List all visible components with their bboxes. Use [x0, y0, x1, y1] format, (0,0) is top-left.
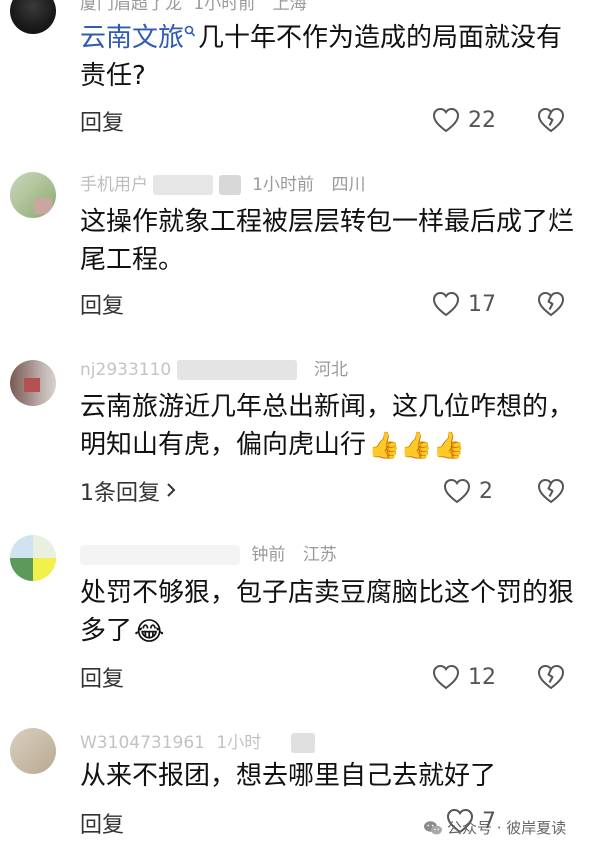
comment-location: 河北 — [314, 360, 349, 380]
reply-label: 回复 — [80, 813, 125, 838]
comment-location: 四川 — [331, 175, 366, 195]
dislike-button[interactable] — [537, 476, 565, 506]
dislike-button[interactable] — [537, 289, 565, 319]
like-count: 12 — [468, 664, 496, 690]
avatar[interactable] — [10, 728, 56, 774]
avatar[interactable] — [10, 535, 56, 581]
broken-heart-icon — [537, 664, 565, 690]
like-count: 17 — [468, 291, 496, 317]
like-button[interactable]: 17 — [432, 289, 496, 319]
broken-heart-icon — [537, 107, 565, 133]
username[interactable]: W3104731961 — [80, 733, 205, 753]
dislike-button[interactable] — [537, 662, 565, 692]
like-button[interactable]: 12 — [432, 662, 496, 692]
mention-link[interactable]: 云南文旅 — [80, 23, 198, 53]
mention-label: 云南文旅 — [80, 23, 185, 53]
comment-time: 1小时前 — [252, 175, 315, 195]
wechat-watermark: 公众号 · 彼岸夏读 — [423, 817, 566, 838]
comment-meta: 钟前 江苏 — [80, 545, 337, 565]
like-count: 22 — [468, 107, 496, 133]
heart-outline-icon — [443, 478, 471, 504]
dislike-button[interactable] — [537, 105, 565, 135]
comment-meta: 厦门眉超了龙 1小时前 上海 — [80, 0, 307, 14]
avatar[interactable] — [10, 0, 56, 34]
blurred-username — [218, 175, 241, 195]
blurred-username — [290, 733, 315, 753]
comment-text: 云南旅游近几年总出新闻，这几位咋想的，明知山有虎，偏向虎山行👍👍👍 — [80, 388, 575, 464]
reply-button[interactable]: 回复 — [80, 808, 124, 838]
heart-outline-icon — [432, 291, 460, 317]
avatar[interactable] — [10, 172, 56, 218]
reply-button[interactable]: 回复 — [80, 289, 124, 319]
comment-text: 处罚不够狠，包子店卖豆腐脑比这个罚的狠多了😂 — [80, 574, 575, 650]
reply-label: 回复 — [80, 111, 125, 136]
watermark-text: 公众号 · 彼岸夏读 — [447, 819, 567, 837]
comment-time: 1小时前 — [193, 0, 256, 14]
comment-body: 这操作就象工程被层层转包一样最后成了烂尾工程。 — [80, 207, 575, 275]
username[interactable]: nj2933110 — [80, 360, 171, 380]
heart-outline-icon — [432, 664, 460, 690]
reply-label: 回复 — [80, 294, 125, 319]
like-button[interactable]: 2 — [443, 476, 493, 506]
comment-time: 钟前 — [251, 545, 286, 565]
reply-label: 1条回复 — [80, 481, 160, 506]
chevron-right-icon — [166, 479, 176, 504]
reply-button[interactable]: 回复 — [80, 662, 124, 692]
comment-time: 1小时 — [216, 733, 262, 753]
heart-outline-icon — [432, 107, 460, 133]
broken-heart-icon — [537, 478, 565, 504]
reply-button[interactable]: 回复 — [80, 106, 124, 136]
username[interactable]: 厦门眉超了龙 — [80, 0, 182, 14]
comment-location: 上海 — [272, 0, 307, 14]
like-button[interactable]: 22 — [432, 105, 496, 135]
comment-body: 从来不报团，想去哪里自己去就好了 — [80, 761, 497, 791]
blurred-username — [153, 175, 214, 195]
comment-meta: 手机用户 1小时前 四川 — [80, 175, 365, 195]
search-icon — [184, 25, 196, 37]
view-replies-button[interactable]: 1条回复 — [80, 476, 176, 506]
comment-text: 云南文旅 几十年不作为造成的局面就没有责任? — [80, 19, 575, 95]
comment-text: 从来不报团，想去哪里自己去就好了 — [80, 757, 575, 795]
reply-label: 回复 — [80, 667, 125, 692]
blurred-username — [176, 360, 297, 380]
blurred-username — [80, 545, 240, 565]
broken-heart-icon — [537, 291, 565, 317]
username[interactable]: 手机用户 — [80, 175, 148, 195]
comment-location: 江苏 — [302, 545, 337, 565]
comment-text: 这操作就象工程被层层转包一样最后成了烂尾工程。 — [80, 203, 575, 279]
wechat-icon — [424, 820, 442, 834]
comment-body: 云南旅游近几年总出新闻，这几位咋想的，明知山有虎，偏向虎山行 — [80, 392, 575, 460]
comment-meta: W3104731961 1小时 — [80, 733, 315, 753]
comment-meta: nj2933110 河北 — [80, 360, 348, 380]
like-count: 2 — [479, 478, 493, 504]
avatar[interactable] — [10, 360, 56, 406]
thumbs-up-emoji-icon: 👍👍👍 — [368, 430, 466, 461]
laughing-crying-emoji-icon: 😂 — [134, 616, 165, 647]
